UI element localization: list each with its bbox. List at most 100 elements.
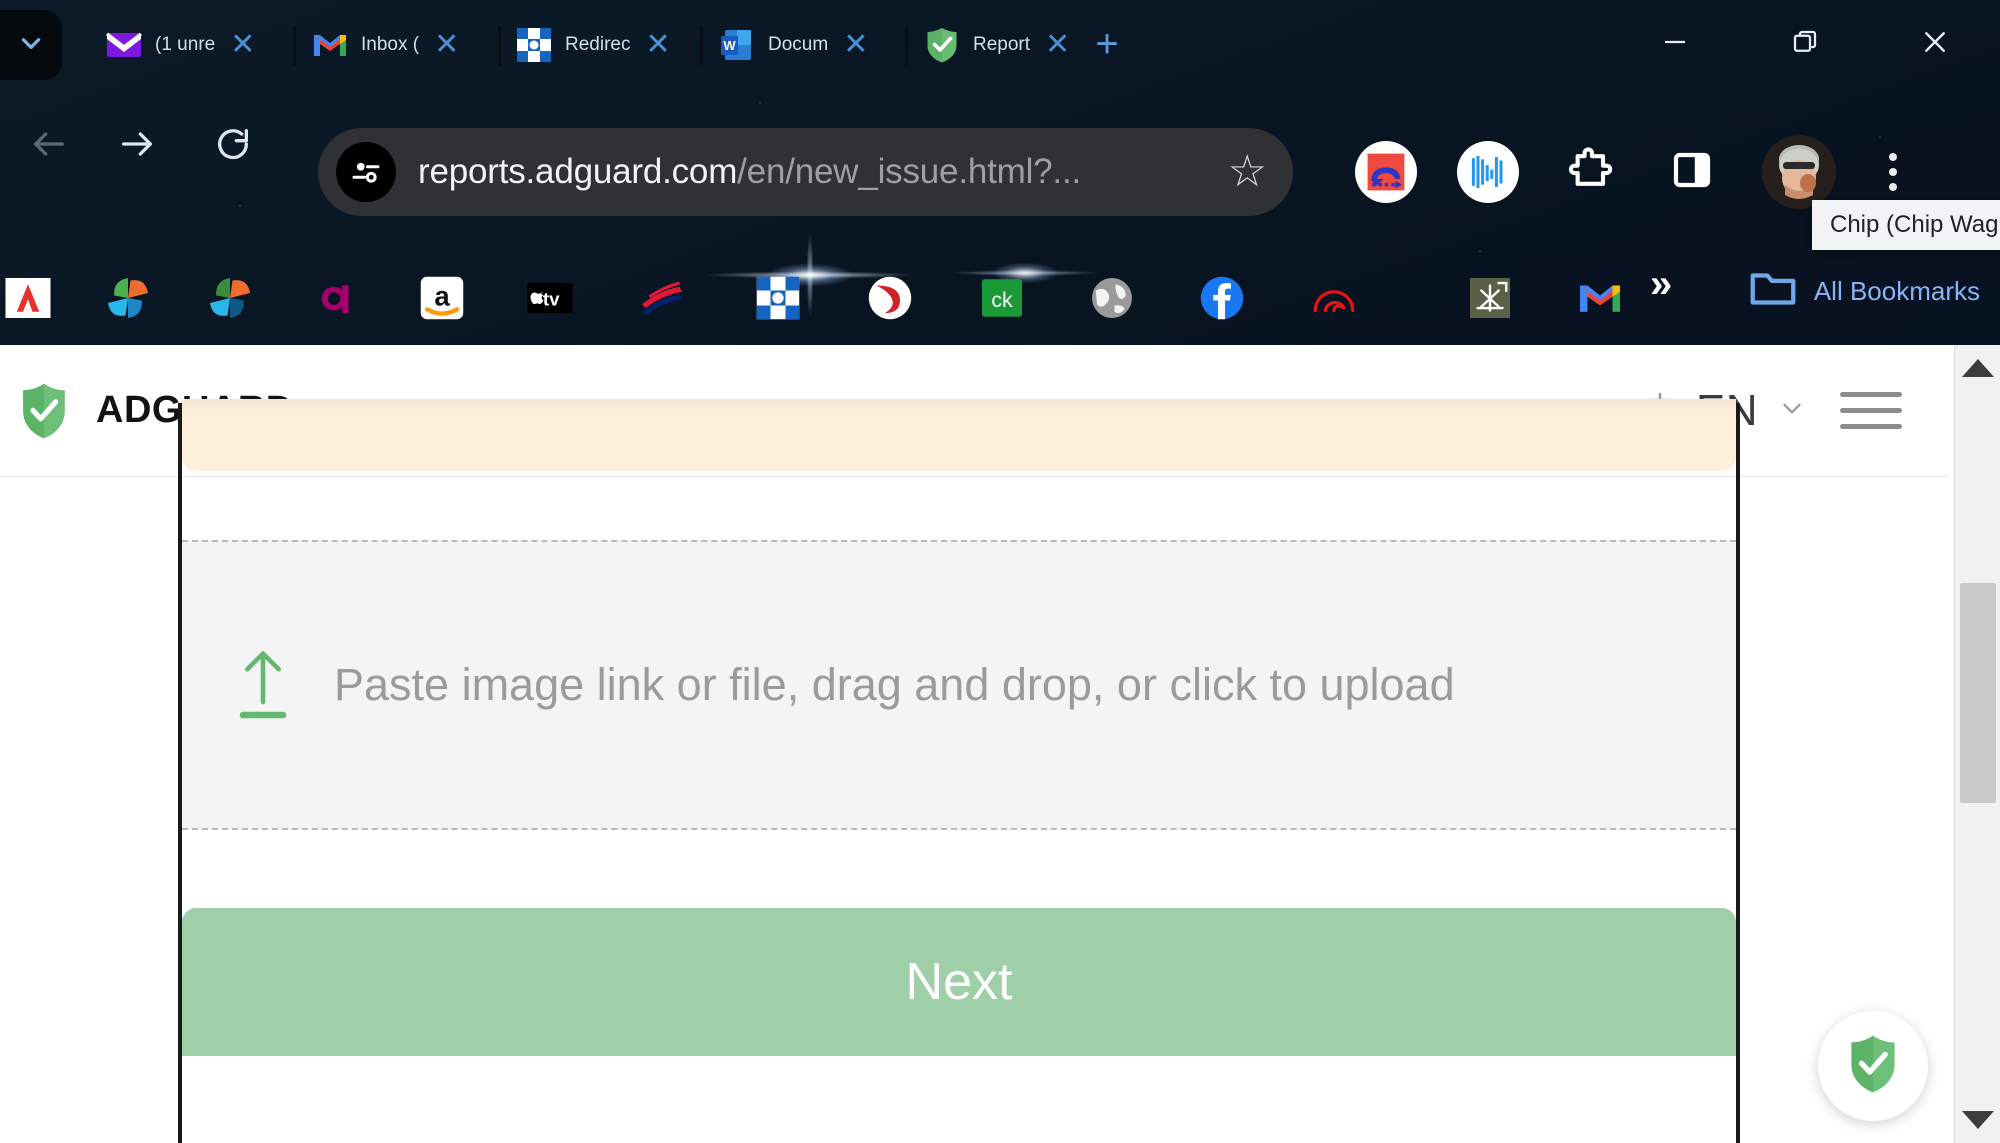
bank-of-america-icon — [637, 273, 687, 323]
reload-icon — [213, 124, 253, 169]
bookmarks-bar: a tv ck — [0, 250, 2000, 345]
bookmark-globe[interactable] — [1072, 258, 1152, 338]
site-settings-icon[interactable] — [336, 142, 396, 202]
tab-title: Redirec — [565, 34, 631, 55]
tab-title: Report — [973, 34, 1031, 55]
url-text: reports.adguard.com/en/new_issue.html?..… — [418, 152, 1081, 192]
svg-text:ck: ck — [991, 287, 1013, 311]
window-controls — [1610, 16, 2000, 72]
apple-tv-icon: tv — [525, 273, 575, 323]
adguard-shield-icon — [922, 25, 962, 65]
all-bookmarks-label: All Bookmarks — [1813, 276, 1980, 306]
magenta-a-icon — [311, 273, 361, 323]
bookmark-ck[interactable]: ck — [962, 258, 1042, 338]
tab-close-button[interactable]: ✕ — [434, 30, 459, 60]
profile-tooltip: Chip (Chip Wagner) — [1812, 200, 2000, 250]
adguard-shield-icon — [1846, 1033, 1900, 1100]
tab-close-button[interactable]: ✕ — [1045, 30, 1070, 60]
bookmark-facebook[interactable] — [1182, 258, 1262, 338]
svg-text:W: W — [723, 38, 736, 53]
pinwheel-icon — [103, 273, 153, 323]
upload-arrow-icon — [234, 645, 292, 725]
adguard-assistant-button[interactable] — [1818, 1011, 1928, 1121]
bookmark-blue-checkered[interactable] — [738, 258, 818, 338]
side-panel-button[interactable] — [1641, 128, 1743, 216]
bookmark-adobe[interactable] — [0, 258, 68, 338]
profile-avatar — [1762, 135, 1836, 209]
url-host: reports.adguard.com — [418, 152, 738, 191]
chevron-down-icon — [1774, 391, 1810, 430]
tab-search-button[interactable] — [0, 10, 62, 80]
pinwheel-icon — [205, 273, 255, 323]
blue-checkered-icon — [753, 273, 803, 323]
image-dropzone[interactable]: Paste image link or file, drag and drop,… — [182, 540, 1736, 830]
minimize-icon — [1660, 27, 1690, 62]
hamburger-menu-icon[interactable] — [1840, 392, 1902, 429]
back-button[interactable] — [12, 109, 86, 183]
scroll-up-arrow-icon — [1962, 359, 1994, 377]
redirect-extension-icon — [1355, 141, 1417, 203]
bookmark-red-swirl[interactable] — [850, 258, 930, 338]
scroll-up-button[interactable] — [1955, 345, 2000, 391]
tab-item[interactable]: Redirec ✕ — [500, 16, 692, 74]
chevron-down-icon — [18, 30, 44, 61]
minimize-button[interactable] — [1610, 16, 1740, 72]
mail-purple-icon — [104, 25, 144, 65]
forward-button[interactable] — [100, 109, 174, 183]
tab-item[interactable]: Inbox ( ✕ — [296, 16, 486, 74]
bookmark-magenta-a[interactable] — [296, 258, 376, 338]
issue-form-card: Paste image link or file, drag and drop,… — [178, 399, 1740, 1143]
tab-close-button[interactable]: ✕ — [230, 30, 255, 60]
page-viewport: ADGUARD EN — [0, 345, 2000, 1143]
bookmark-star-icon[interactable]: ☆ — [1228, 150, 1277, 194]
forward-arrow-icon — [117, 124, 157, 169]
tab-title: Inbox ( — [361, 34, 420, 55]
tab-strip: (1 unre ✕ Inbox ( ✕ Redirec ✕ W Docum ✕ … — [0, 0, 2000, 90]
tab-title: (1 unre — [155, 34, 216, 55]
word-icon: W — [717, 25, 757, 65]
svg-text:tv: tv — [543, 288, 560, 309]
gmail-icon — [310, 25, 350, 65]
tab-item[interactable]: W Docum ✕ — [703, 16, 895, 74]
scroll-down-button[interactable] — [1955, 1097, 2000, 1143]
amazon-icon: a — [417, 273, 467, 323]
gmail-icon — [1575, 273, 1625, 323]
reload-button[interactable] — [196, 109, 270, 183]
scrollbar-thumb[interactable] — [1960, 583, 1996, 803]
audio-waveform-extension-button[interactable] — [1437, 128, 1539, 216]
bookmark-bank-of-america[interactable] — [622, 258, 702, 338]
adobe-icon — [3, 273, 53, 323]
tab-item[interactable]: (1 unre ✕ — [90, 16, 280, 74]
tab-close-button[interactable]: ✕ — [645, 30, 670, 60]
redirect-extension-button[interactable] — [1335, 128, 1437, 216]
bookmarks-overflow-button[interactable]: » — [1650, 262, 1672, 307]
new-tab-button[interactable]: + — [1085, 24, 1129, 68]
ck-icon: ck — [977, 273, 1027, 323]
adguard-shield-icon — [18, 381, 70, 441]
restore-button[interactable] — [1740, 16, 1870, 72]
close-window-button[interactable] — [1870, 16, 2000, 72]
next-button[interactable]: Next — [182, 908, 1736, 1056]
bookmark-pinwheel-1[interactable] — [88, 258, 168, 338]
address-bar[interactable]: reports.adguard.com/en/new_issue.html?..… — [318, 128, 1293, 216]
bookmark-pinwheel-2[interactable] — [190, 258, 270, 338]
tab-close-button[interactable]: ✕ — [843, 30, 868, 60]
extensions-button[interactable] — [1539, 128, 1641, 216]
bookmark-red-arc[interactable] — [1294, 258, 1374, 338]
all-bookmarks-button[interactable]: All Bookmarks — [1746, 262, 1980, 321]
bookmark-olive-spark[interactable] — [1450, 258, 1530, 338]
restore-icon — [1790, 27, 1820, 62]
dropzone-label: Paste image link or file, drag and drop,… — [334, 659, 1455, 711]
bookmark-gmail[interactable] — [1560, 258, 1640, 338]
tab-title: Docum — [768, 34, 829, 55]
scroll-down-arrow-icon — [1962, 1111, 1994, 1129]
page-scrollbar[interactable] — [1954, 345, 2000, 1143]
bookmark-apple-tv[interactable]: tv — [510, 258, 590, 338]
red-arc-icon — [1309, 273, 1359, 323]
side-panel-icon — [1668, 146, 1716, 199]
audio-waveform-extension-icon — [1457, 141, 1519, 203]
close-icon — [1920, 27, 1950, 62]
bookmark-amazon[interactable]: a — [402, 258, 482, 338]
tab-item-active[interactable]: Report ✕ — [908, 16, 1098, 74]
browser-window: (1 unre ✕ Inbox ( ✕ Redirec ✕ W Docum ✕ … — [0, 0, 2000, 1143]
